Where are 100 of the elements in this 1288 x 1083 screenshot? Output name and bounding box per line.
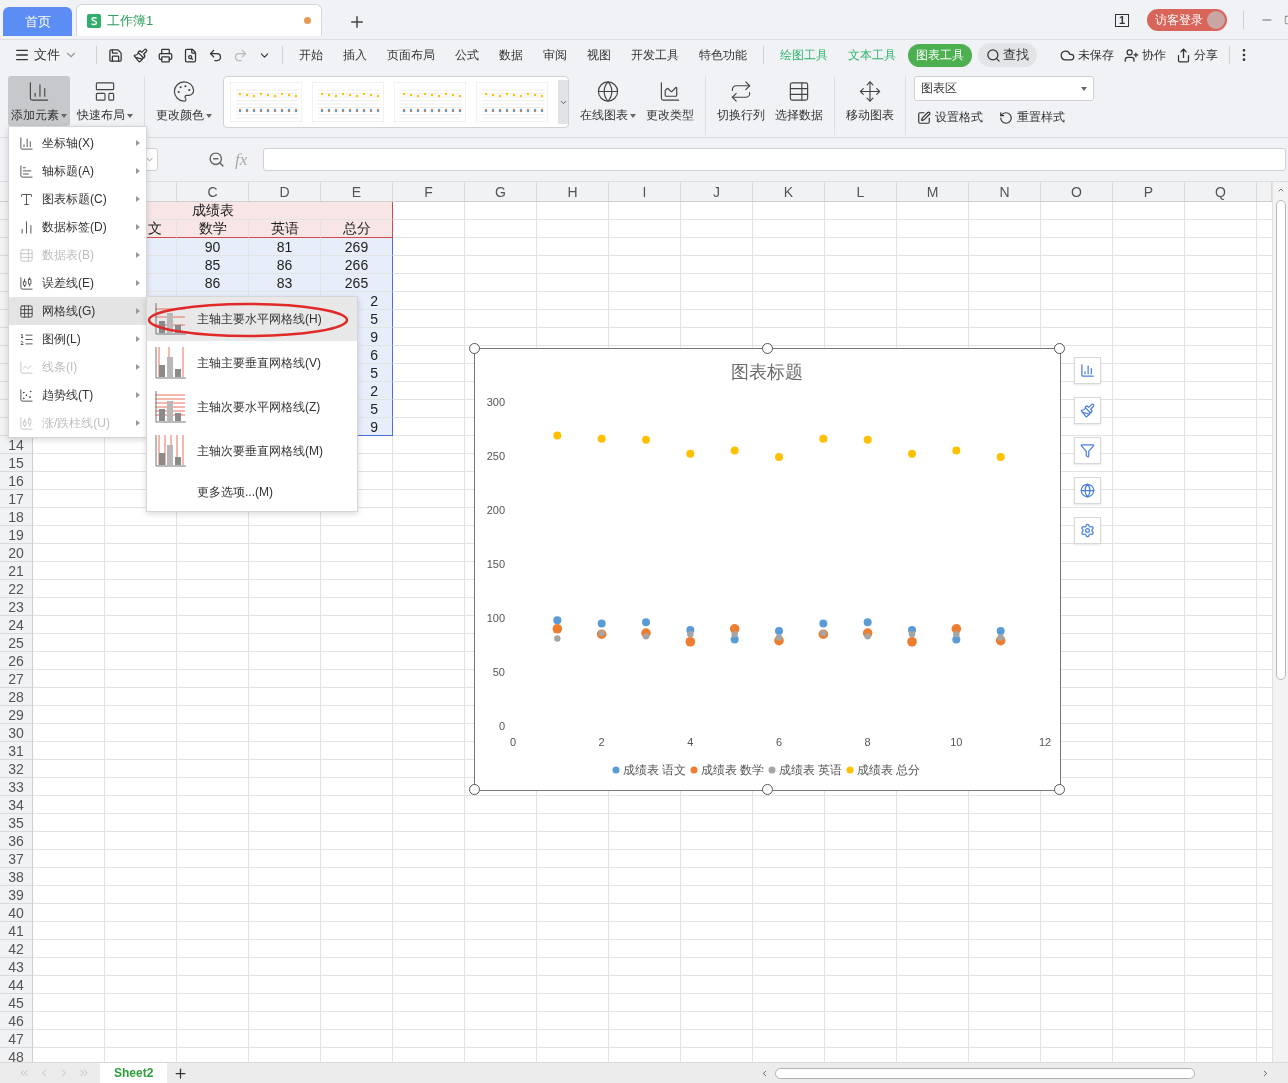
legend-item: 成绩表 英语 [768, 763, 843, 777]
row-number: 26 [0, 652, 32, 670]
menu-item[interactable]: 轴标题(A) [9, 157, 146, 185]
axis-tick-label: 0 [498, 720, 505, 732]
menu-item[interactable]: 网格线(G) [9, 297, 146, 325]
ribbon-tab[interactable]: 页面布局 [379, 43, 443, 67]
axis-tick-label: 0 [509, 736, 517, 748]
axis-tick-label: 10 [950, 736, 963, 748]
table-cell: 86 [177, 274, 249, 292]
column-header: P [1113, 182, 1185, 201]
menu-item[interactable]: 坐标轴(X) [9, 129, 146, 157]
menu-item[interactable]: 更多选项...(M) [147, 473, 357, 511]
column-header: H [537, 182, 609, 201]
column-header: Q [1185, 182, 1257, 201]
row-number: 25 [0, 634, 32, 652]
chart-title: 图表标题 [731, 362, 803, 382]
ribbon-button[interactable]: 快速布局 [74, 76, 136, 126]
login-button[interactable]: 访客登录 [1147, 9, 1227, 31]
ribbon-button[interactable]: 更改类型 [643, 76, 697, 126]
legend-item: 成绩表 总分 [846, 763, 921, 777]
table-cell: 90 [177, 238, 249, 256]
ribbon-tab[interactable]: 插入 [335, 43, 375, 67]
row-number: 39 [0, 886, 32, 904]
legend-item: 成绩表 数学 [690, 763, 765, 777]
row-number: 21 [0, 562, 32, 580]
column-header: K [753, 182, 825, 201]
toolbar-action[interactable]: 未保存 [1055, 46, 1119, 64]
row-number: 35 [0, 814, 32, 832]
table-cell: 265 [321, 274, 393, 292]
axis-tick-label: 50 [492, 666, 505, 678]
row-number: 38 [0, 868, 32, 886]
axis-tick-label: 8 [864, 736, 871, 748]
ribbon-button[interactable]: 选择数据 [772, 76, 826, 126]
menu-item[interactable]: 误差线(E) [9, 269, 146, 297]
row-number: 40 [0, 904, 32, 922]
format-button[interactable]: 重置样式 [996, 109, 1068, 126]
table-cell: 266 [321, 256, 393, 274]
row-number: 34 [0, 796, 32, 814]
row-number: 41 [0, 922, 32, 940]
axis-tick-label: 6 [775, 736, 783, 748]
row-number: 15 [0, 454, 32, 472]
column-header: N [969, 182, 1041, 201]
row-number: 29 [0, 706, 32, 724]
row-number: 32 [0, 760, 32, 778]
column-heading: 数学 [177, 220, 249, 238]
axis-tick-label: 300 [486, 396, 505, 408]
row-number: 47 [0, 1030, 32, 1048]
row-number: 23 [0, 598, 32, 616]
row-number: 18 [0, 508, 32, 526]
row-number: 28 [0, 688, 32, 706]
column-header: L [825, 182, 897, 201]
axis-tick-label: 4 [687, 736, 694, 748]
ribbon-tab[interactable]: 开始 [291, 43, 331, 67]
row-number: 46 [0, 1012, 32, 1030]
column-header: D [249, 182, 321, 201]
column-heading: 总分 [321, 220, 393, 238]
axis-tick-label: 2 [598, 736, 605, 748]
format-button[interactable]: 设置格式 [914, 109, 986, 126]
menu-item[interactable]: 趋势线(T) [9, 381, 146, 409]
file-menu[interactable]: 文件 [14, 46, 78, 64]
fx-label: fx [235, 149, 248, 170]
row-number: 31 [0, 742, 32, 760]
ribbon-tab[interactable]: 公式 [447, 43, 487, 67]
row-number: 17 [0, 490, 32, 508]
column-header: F [393, 182, 465, 201]
row-number: 44 [0, 976, 32, 994]
ribbon-tab[interactable]: 审阅 [535, 43, 575, 67]
column-header: J [681, 182, 753, 201]
row-number: 43 [0, 958, 32, 976]
ribbon-tab[interactable]: 数据 [491, 43, 531, 67]
find-button[interactable]: 查找 [978, 43, 1037, 67]
toolbar-action[interactable]: 分享 [1171, 46, 1223, 64]
ribbon-button[interactable]: 添加元素 [8, 76, 70, 126]
ribbon-button[interactable]: 在线图表 [577, 76, 639, 126]
row-number: 45 [0, 994, 32, 1012]
axis-tick-label: 150 [486, 558, 505, 570]
menu-item[interactable]: 图例(L) [9, 325, 146, 353]
row-number: 22 [0, 580, 32, 598]
table-cell: 86 [249, 256, 321, 274]
ribbon-tab[interactable]: 特色功能 [691, 43, 755, 67]
ribbon-tab[interactable]: 开发工具 [623, 43, 687, 67]
row-number: 33 [0, 778, 32, 796]
workbook-tab[interactable]: 工作簿1 [76, 4, 322, 36]
row-number: 24 [0, 616, 32, 634]
ribbon-button[interactable]: 移动图表 [843, 76, 897, 126]
ribbon-tab[interactable]: 视图 [579, 43, 619, 67]
axis-tick-label: 100 [486, 612, 505, 624]
chart-element-select[interactable]: 图表区 [914, 76, 1094, 101]
row-number: 20 [0, 544, 32, 562]
window-count: 1 [1114, 13, 1129, 27]
menu-item[interactable]: 主轴主要水平网格线(H) [147, 297, 357, 341]
ribbon-button[interactable]: 更改颜色 [153, 76, 215, 126]
axis-tick-label: 250 [486, 450, 505, 462]
row-number: 42 [0, 940, 32, 958]
toolbar-action[interactable]: 协作 [1119, 46, 1171, 64]
table-cell: 83 [249, 274, 321, 292]
table-cell: 85 [177, 256, 249, 274]
ribbon-button[interactable]: 切换行列 [714, 76, 768, 126]
column-header: C [177, 182, 249, 201]
row-number: 16 [0, 472, 32, 490]
